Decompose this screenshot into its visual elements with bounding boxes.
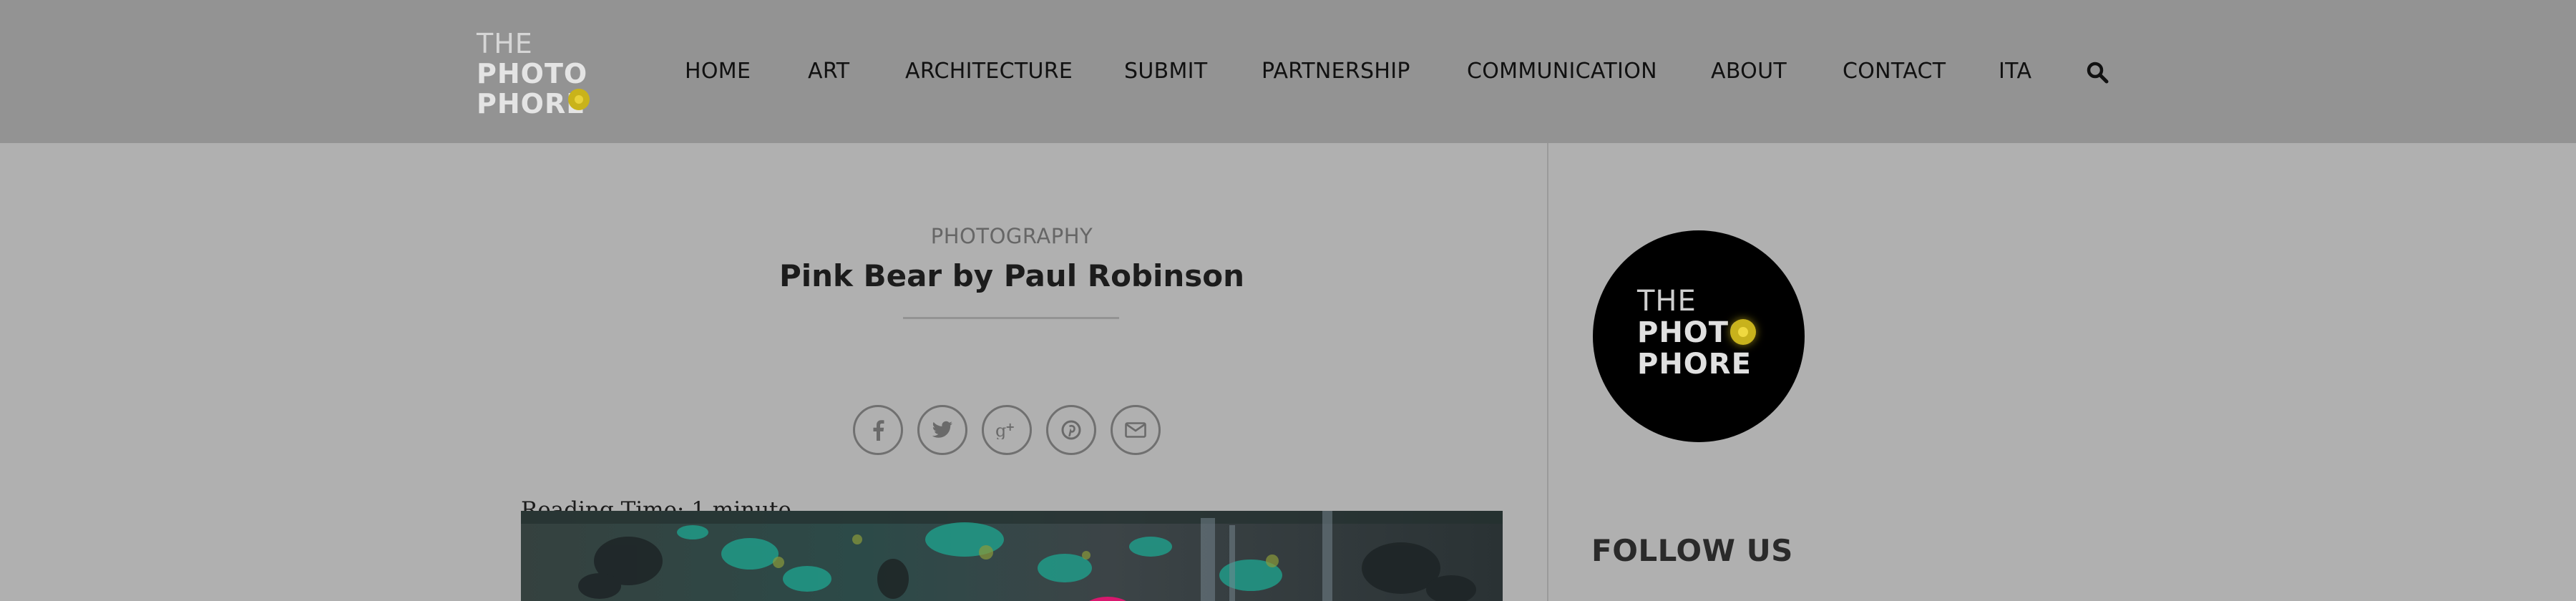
- sidebar-divider: [1547, 143, 1548, 601]
- twitter-icon: [932, 421, 952, 438]
- hero-image[interactable]: [521, 511, 1503, 601]
- site-logo[interactable]: THE PHOTO PHORE: [477, 28, 598, 119]
- sidebar-logo-lens-icon: [1730, 319, 1756, 345]
- logo-line-photo: PHOTO: [477, 58, 588, 89]
- nav-item-home[interactable]: HOME: [685, 56, 751, 87]
- share-facebook-button[interactable]: [853, 405, 903, 455]
- article-title: Pink Bear by Paul Robinson: [779, 258, 1245, 293]
- envelope-icon: [1125, 422, 1146, 438]
- nav-item-architecture[interactable]: ARCHITECTURE: [905, 56, 1073, 87]
- share-email-button[interactable]: [1111, 405, 1161, 455]
- search-icon: [2087, 62, 2109, 84]
- logo-line-the: THE: [477, 28, 533, 59]
- logo-lens-icon: [568, 89, 590, 110]
- sidebar-logo-line-the: THE: [1637, 285, 1697, 318]
- nav-item-submit[interactable]: SUBMIT: [1124, 56, 1207, 87]
- hero-artwork: [521, 511, 1503, 601]
- facebook-icon: [873, 420, 884, 441]
- sidebar-logo[interactable]: THE PHOTO PHORE: [1593, 230, 1805, 442]
- title-divider: [903, 317, 1119, 319]
- share-pinterest-button[interactable]: [1046, 405, 1096, 455]
- nav-item-ita[interactable]: ITA: [1999, 56, 2031, 87]
- google-plus-icon: g +: [995, 421, 1015, 439]
- nav-item-about[interactable]: ABOUT: [1711, 56, 1787, 87]
- nav-item-communication[interactable]: COMMUNICATION: [1467, 56, 1657, 87]
- sidebar-logo-line-phore: PHORE: [1637, 348, 1752, 381]
- site-header: THE PHOTO PHORE HOME ART ARCHITECTURE SU…: [0, 0, 2576, 143]
- share-twitter-button[interactable]: [917, 405, 967, 455]
- search-button[interactable]: [2085, 60, 2109, 84]
- share-google-plus-button[interactable]: g +: [982, 405, 1032, 455]
- follow-us-heading: FOLLOW US: [1591, 533, 1793, 568]
- nav-item-art[interactable]: ART: [808, 56, 849, 87]
- nav-item-partnership[interactable]: PARTNERSHIP: [1262, 56, 1410, 87]
- nav-item-contact[interactable]: CONTACT: [1843, 56, 1946, 87]
- article-category[interactable]: PHOTOGRAPHY: [797, 222, 1226, 250]
- svg-text:+: +: [1005, 421, 1015, 434]
- pinterest-icon: [1061, 420, 1081, 440]
